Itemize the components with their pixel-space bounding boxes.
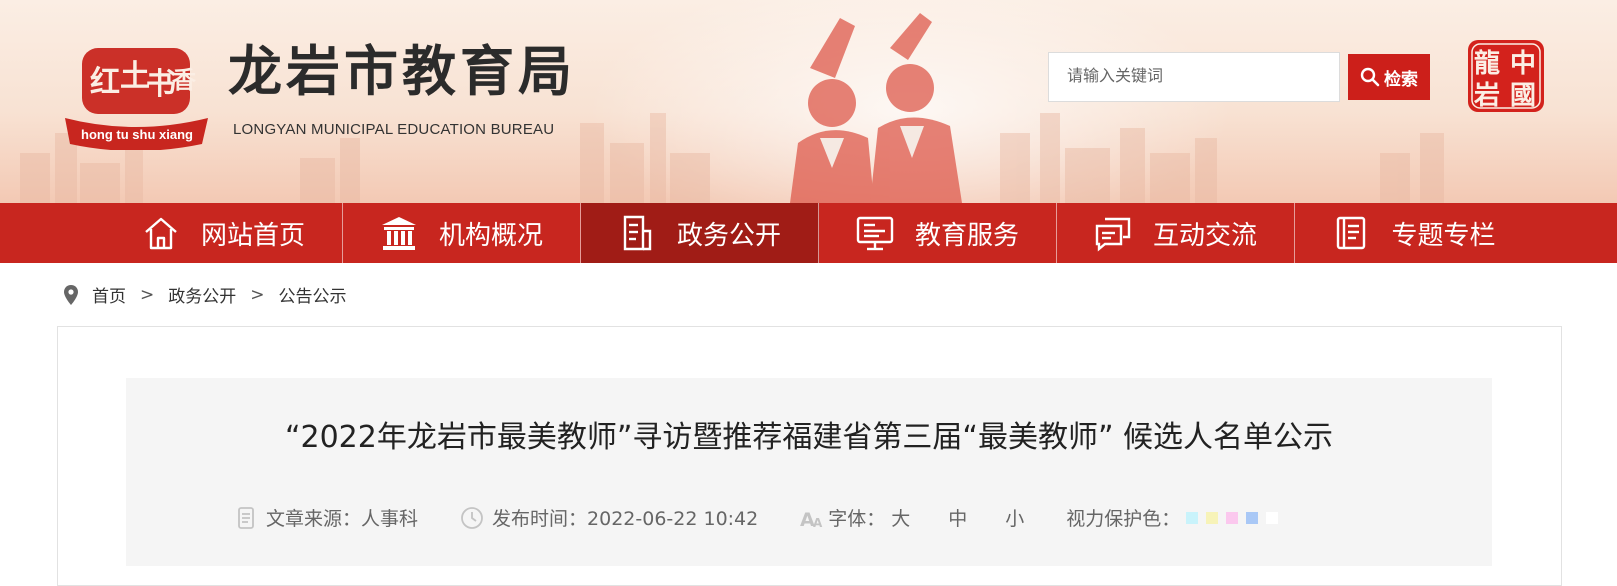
svg-text:龍: 龍 xyxy=(1474,48,1500,79)
header-banner: 红 土 书 香 hong tu shu xiang 龙岩市教育局 LONGYAN… xyxy=(0,0,1617,203)
search-button-label: 检索 xyxy=(1384,69,1418,90)
svg-text:國: 國 xyxy=(1510,81,1536,111)
breadcrumb-government-affairs[interactable]: 政务公开 xyxy=(168,282,236,307)
search-button[interactable]: 检索 xyxy=(1348,54,1430,100)
breadcrumb-separator: > xyxy=(250,284,265,305)
home-icon xyxy=(145,217,177,250)
article-source-label: 文章来源：人事科 xyxy=(266,508,419,530)
article-header: “2022年龙岩市最美教师”寻访暨推荐福建省第三届“最美教师” 候选人名单公示 … xyxy=(126,378,1492,566)
font-size-small[interactable]: 小 xyxy=(1005,504,1024,531)
site-subtitle: LONGYAN MUNICIPAL EDUCATION BUREAU xyxy=(233,121,555,138)
font-size-medium[interactable]: 中 xyxy=(948,504,967,531)
eye-color-swatch-pink[interactable] xyxy=(1226,511,1239,524)
nav-item-label: 网站首页 xyxy=(200,220,305,251)
breadcrumb-home[interactable]: 首页 xyxy=(92,282,126,307)
hongtushuxiang-logo: 红 土 书 香 hong tu shu xiang xyxy=(65,48,208,150)
monitor-icon xyxy=(856,216,894,251)
article-source: 文章来源：人事科 xyxy=(234,504,418,531)
nav-item-label: 教育服务 xyxy=(914,220,1019,251)
font-size-icon: A A xyxy=(800,509,823,530)
nav-item-label: 专题专栏 xyxy=(1391,220,1496,251)
nav-item-institution[interactable]: 机构概况 xyxy=(343,203,581,263)
eye-color-swatch-yellow[interactable] xyxy=(1206,511,1219,524)
eye-protection-colors: 视力保护色： xyxy=(1066,504,1286,531)
logo-caption: hong tu shu xiang xyxy=(81,127,193,142)
eye-color-swatch-white[interactable] xyxy=(1266,511,1279,524)
nav-item-home[interactable]: 网站首页 xyxy=(105,203,343,263)
nav-item-label: 机构概况 xyxy=(438,220,543,251)
search-input[interactable] xyxy=(1048,52,1340,102)
nav-item-education-services[interactable]: 教育服务 xyxy=(819,203,1057,263)
svg-text:红: 红 xyxy=(90,65,120,100)
eye-color-swatch-blue[interactable] xyxy=(1246,511,1259,524)
article-meta: 文章来源：人事科 发布时间：2022-06-22 10:42 A A 字体： 大… xyxy=(234,504,1328,531)
nav-item-label: 互动交流 xyxy=(1152,220,1257,251)
svg-text:香: 香 xyxy=(172,65,197,94)
document-source-icon xyxy=(238,506,254,529)
eye-color-swatch-cyan[interactable] xyxy=(1186,511,1199,524)
nav-item-government-affairs[interactable]: 政务公开 xyxy=(580,203,819,263)
article-title: “2022年龙岩市最美教师”寻访暨推荐福建省第三届“最美教师” 候选人名单公示 xyxy=(284,420,1334,455)
article-publish-time: 发布时间：2022-06-22 10:42 xyxy=(460,504,758,531)
nav-item-interaction[interactable]: 互动交流 xyxy=(1057,203,1295,263)
eye-protection-label: 视力保护色： xyxy=(1066,508,1181,530)
font-size-large[interactable]: 大 xyxy=(891,504,910,531)
chat-icon xyxy=(1095,217,1131,252)
book-icon xyxy=(1337,216,1366,250)
clock-icon xyxy=(461,506,483,529)
font-size-label: 字体： xyxy=(828,508,886,530)
longyan-china-seal: 龍 中 岩 國 xyxy=(1468,40,1544,112)
font-size-controls: A A 字体： 大 中 小 xyxy=(800,504,1024,531)
article-publish-time-label: 发布时间：2022-06-22 10:42 xyxy=(492,508,759,530)
breadcrumb-separator: > xyxy=(140,284,155,305)
document-icon xyxy=(623,215,652,251)
svg-text:岩: 岩 xyxy=(1473,81,1500,111)
svg-text:A: A xyxy=(813,516,823,530)
breadcrumb-announcements[interactable]: 公告公示 xyxy=(279,282,347,307)
breadcrumb: 首页 > 政务公开 > 公告公示 xyxy=(64,282,347,307)
search-icon xyxy=(1360,67,1380,87)
nav-item-special-topics[interactable]: 专题专栏 xyxy=(1295,203,1533,263)
site-title: 龙岩市教育局 xyxy=(228,39,576,103)
main-nav: 网站首页 机构概况 政务公开 教育服务 互动交流 专题专栏 xyxy=(0,203,1617,263)
svg-text:中: 中 xyxy=(1510,49,1536,79)
saluting-students-illustration xyxy=(790,13,962,203)
nav-item-label: 政务公开 xyxy=(676,220,781,251)
location-pin-icon xyxy=(64,284,78,305)
institution-icon xyxy=(381,217,416,250)
